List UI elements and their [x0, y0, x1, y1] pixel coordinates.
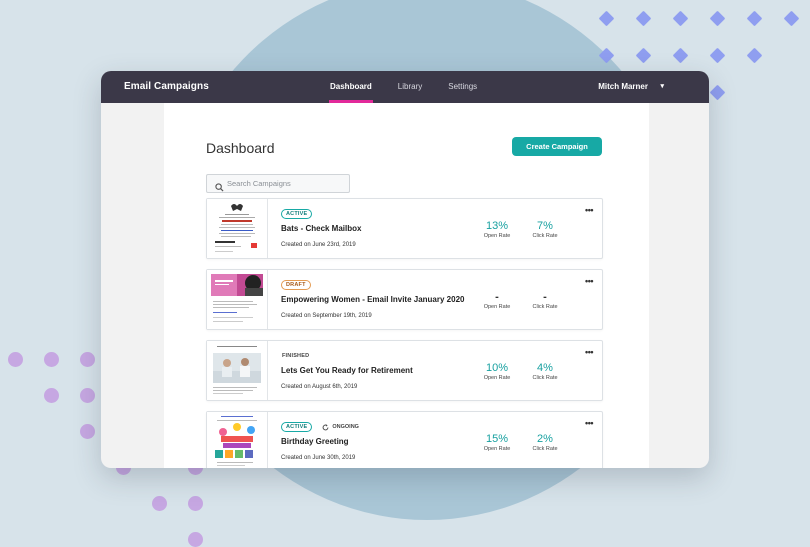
- decor-dot: [152, 496, 167, 511]
- nav-dashboard[interactable]: Dashboard: [329, 71, 373, 103]
- click-rate-value: 2%: [537, 433, 553, 445]
- open-rate-value: 15%: [485, 433, 509, 445]
- campaign-name[interactable]: Birthday Greeting: [281, 437, 349, 446]
- created-date: Created on June 23rd, 2019: [281, 242, 356, 248]
- search-input[interactable]: [227, 177, 342, 190]
- email-thumbnail: [207, 412, 268, 468]
- decor-diamond: [635, 47, 652, 64]
- user-menu[interactable]: Mitch Marner ▾: [598, 82, 664, 91]
- decor-dot: [44, 352, 59, 367]
- campaign-card[interactable]: ACTIVE Bats - Check Mailbox Created on J…: [206, 198, 603, 259]
- dashboard-panel: Dashboard Create Campaign Search Campaig…: [164, 103, 649, 468]
- decor-diamond: [709, 84, 726, 101]
- created-date: Created on September 19th, 2019: [281, 313, 372, 319]
- open-rate-label: Open Rate: [483, 446, 511, 452]
- decor-diamond: [598, 10, 615, 27]
- app-title: Email Campaigns: [124, 81, 209, 92]
- status-badges: DRAFT: [281, 280, 311, 290]
- decor-dot: [80, 352, 95, 367]
- search-icon: [215, 179, 224, 197]
- open-rate: 13% Open Rate: [475, 220, 519, 239]
- decor-diamond: [783, 10, 800, 27]
- decor-diamond: [635, 10, 652, 27]
- user-name: Mitch Marner: [598, 82, 648, 91]
- campaign-name[interactable]: Empowering Women - Email Invite January …: [281, 295, 464, 304]
- app-window: Email Campaigns Dashboard Library Settin…: [101, 71, 709, 468]
- open-rate-value: 10%: [485, 362, 509, 374]
- decor-diamond: [672, 10, 689, 27]
- decor-diamond: [746, 10, 763, 27]
- more-options-icon[interactable]: •••: [585, 347, 593, 357]
- decor-dot: [80, 388, 95, 403]
- more-options-icon[interactable]: •••: [585, 418, 593, 428]
- status-badge: FINISHED: [282, 353, 310, 359]
- status-badge: ACTIVE: [281, 209, 313, 219]
- created-date: Created on August 6th, 2019: [281, 384, 358, 390]
- status-badges: FINISHED: [281, 351, 314, 361]
- decor-dot: [188, 496, 203, 511]
- open-rate-label: Open Rate: [483, 375, 511, 381]
- click-rate-label: Click Rate: [532, 304, 558, 310]
- decor-dot: [8, 352, 23, 367]
- nav-settings[interactable]: Settings: [448, 71, 477, 103]
- click-rate-value: 4%: [537, 362, 553, 374]
- click-rate-value: 7%: [537, 220, 553, 232]
- page-title: Dashboard: [206, 140, 275, 156]
- status-badges: ACTIVE ONGOING: [281, 422, 359, 432]
- click-rate: - Click Rate: [523, 291, 567, 310]
- click-rate: 2% Click Rate: [523, 433, 567, 452]
- chevron-down-icon: ▾: [660, 83, 664, 90]
- campaign-name[interactable]: Lets Get You Ready for Retirement: [281, 366, 413, 375]
- more-options-icon[interactable]: •••: [585, 276, 593, 286]
- status-badges: ACTIVE: [281, 209, 313, 219]
- campaign-card[interactable]: DRAFT Empowering Women - Email Invite Ja…: [206, 269, 603, 330]
- create-campaign-button[interactable]: Create Campaign: [512, 137, 602, 156]
- open-rate: 10% Open Rate: [475, 362, 519, 381]
- click-rate-value: -: [543, 291, 547, 303]
- email-thumbnail: [207, 341, 268, 400]
- decor-dot: [44, 388, 59, 403]
- decor-diamond: [709, 10, 726, 27]
- open-rate-value: -: [495, 291, 499, 303]
- click-rate-label: Click Rate: [532, 375, 558, 381]
- open-rate-label: Open Rate: [483, 304, 511, 310]
- open-rate: 15% Open Rate: [475, 433, 519, 452]
- campaign-card[interactable]: FINISHED Lets Get You Ready for Retireme…: [206, 340, 603, 401]
- search-box: [206, 174, 350, 193]
- status-badge: DRAFT: [281, 280, 311, 290]
- ongoing-indicator: ONGOING: [322, 423, 359, 431]
- status-badge: ACTIVE: [281, 422, 313, 432]
- click-rate: 7% Click Rate: [523, 220, 567, 239]
- created-date: Created on June 30th, 2019: [281, 455, 356, 461]
- click-rate: 4% Click Rate: [523, 362, 567, 381]
- decor-diamond: [709, 47, 726, 64]
- ongoing-label: ONGOING: [332, 424, 359, 430]
- click-rate-label: Click Rate: [532, 446, 558, 452]
- top-navbar: Email Campaigns Dashboard Library Settin…: [101, 71, 709, 103]
- refresh-icon: [322, 423, 329, 430]
- main-nav: Dashboard Library Settings: [329, 71, 503, 103]
- click-rate-label: Click Rate: [532, 233, 558, 239]
- campaign-name[interactable]: Bats - Check Mailbox: [281, 224, 361, 233]
- decor-diamond: [672, 47, 689, 64]
- open-rate: - Open Rate: [475, 291, 519, 310]
- email-thumbnail: [207, 199, 268, 258]
- nav-library[interactable]: Library: [398, 71, 422, 103]
- decor-diamond: [746, 47, 763, 64]
- campaign-card[interactable]: ACTIVE ONGOING Birthday Greeting Created…: [206, 411, 603, 468]
- open-rate-value: 13%: [485, 220, 509, 232]
- more-options-icon[interactable]: •••: [585, 205, 593, 215]
- decor-dot: [80, 424, 95, 439]
- email-thumbnail: [207, 270, 268, 329]
- open-rate-label: Open Rate: [483, 233, 511, 239]
